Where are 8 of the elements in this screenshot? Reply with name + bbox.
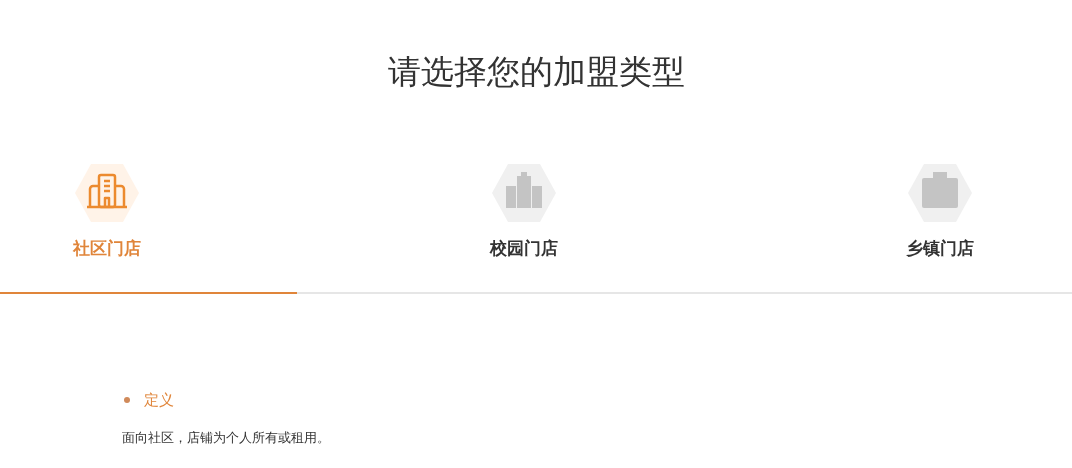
bullet-icon: [124, 397, 130, 404]
school-building-icon: [491, 162, 556, 224]
page-title: 请选择您的加盟类型: [386, 51, 686, 93]
store-type-tab[interactable]: 校园门店: [416, 162, 631, 258]
section-heading: 定义: [144, 390, 174, 411]
store-type-tab[interactable]: 乡镇门店: [833, 162, 1047, 258]
office-building-icon: [75, 162, 139, 224]
definition-text: 面向社区，店铺为个人所有或租用。: [122, 428, 331, 447]
